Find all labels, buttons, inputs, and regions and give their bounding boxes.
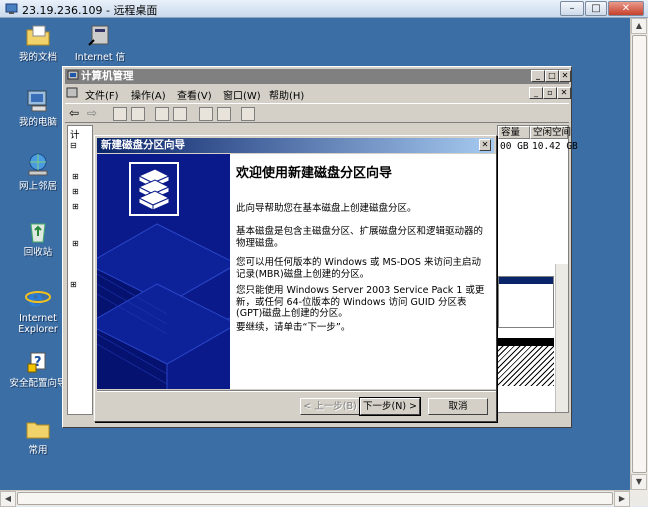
rdp-maximize-button[interactable]: □	[585, 1, 607, 16]
scroll-right-arrow-icon[interactable]: ▶	[614, 491, 630, 507]
tree-expander-icon[interactable]: ⊞	[70, 280, 77, 289]
horizontal-scroll-thumb[interactable]	[17, 492, 613, 505]
desktop-icon-internet-services[interactable]: Internet 信 息服务(...	[66, 23, 134, 63]
menu-file[interactable]: 文件(F)	[85, 87, 119, 102]
properties-icon[interactable]	[155, 107, 169, 121]
rdp-titlebar[interactable]: 23.19.236.109 - 远程桌面 – □ ✕	[0, 0, 648, 18]
back-arrow-icon[interactable]: ⇦	[69, 106, 79, 120]
mdi-restore-button[interactable]: ▫	[543, 87, 557, 99]
tree-root-label: 计	[70, 130, 80, 141]
network-icon	[25, 152, 51, 178]
cm-details-pane: 容量 空闲空间 00 GB 10.42 GB	[497, 125, 578, 413]
mdi-close-button[interactable]: ✕	[557, 87, 571, 99]
settings-icon[interactable]	[241, 107, 255, 121]
iis-manager-icon	[87, 23, 113, 49]
desktop-icon-label: 回收站	[23, 247, 53, 258]
wizard-paragraph-continue: 要继续，请单击“下一步”。	[236, 322, 351, 333]
cm-titlebar[interactable]: 计算机管理 _ □ ✕	[65, 69, 571, 84]
wizard-paragraph-mbr: 您可以用任何版本的 Windows 或 MS-DOS 来访问主启动记录(MBR)…	[236, 257, 481, 280]
scroll-corner	[630, 490, 648, 506]
computer-management-icon	[67, 70, 79, 82]
column-header-free-space[interactable]: 空闲空间	[530, 126, 571, 139]
wizard-paragraph-basic-disk: 基本磁盘是包含主磁盘分区、扩展磁盘分区和逻辑驱动器的物理磁盘。	[236, 226, 484, 249]
security-wizard-icon: ?	[25, 349, 51, 375]
desktop-icon-my-documents[interactable]: 我的文档	[4, 23, 72, 63]
tree-expander-icon[interactable]: ⊟	[70, 141, 77, 150]
scroll-down-arrow-icon[interactable]: ▼	[631, 474, 647, 490]
rdp-minimize-button[interactable]: –	[560, 1, 584, 16]
rdp-horizontal-scrollbar[interactable]: ◀ ▶	[0, 490, 630, 507]
wizard-banner	[97, 154, 230, 389]
cell-capacity: 00 GB	[500, 141, 529, 152]
disk-stack-illustration	[97, 154, 230, 389]
mdi-minimize-button[interactable]: _	[529, 87, 543, 99]
folder-icon	[25, 416, 51, 442]
menu-action[interactable]: 操作(A)	[131, 87, 166, 102]
export-icon[interactable]	[217, 107, 231, 121]
scroll-up-arrow-icon[interactable]: ▲	[631, 18, 647, 34]
desktop-icon-label: 网上邻居	[18, 181, 57, 192]
menu-help[interactable]: 帮助(H)	[269, 87, 304, 102]
disk-graphic-panel	[498, 276, 554, 328]
show-tree-icon[interactable]	[131, 107, 145, 121]
vertical-scroll-thumb[interactable]	[632, 35, 647, 473]
desktop-icon-label: 我的电脑	[18, 117, 57, 128]
cm-toolbar: ⇦ ⇨	[65, 103, 569, 123]
cm-tree-pane[interactable]: 计 ⊟ ⊞ ⊞ ⊞ ⊞ ⊞	[67, 125, 93, 415]
rdp-close-button[interactable]: ✕	[608, 1, 644, 16]
tree-expander-icon[interactable]: ⊞	[72, 239, 79, 248]
help-icon[interactable]	[173, 107, 187, 121]
folder-documents-icon	[25, 23, 51, 49]
wizard-paragraph-gpt: 您只能使用 Windows Server 2003 Service Pack 1…	[236, 285, 485, 319]
desktop-icon-label: 安全配置向导	[9, 378, 67, 389]
desktop-icon-label: 我的文档	[18, 52, 57, 63]
wizard-titlebar[interactable]: 新建磁盘分区向导 ✕	[97, 138, 494, 153]
up-folder-icon[interactable]	[113, 107, 127, 121]
remote-desktop-icon	[5, 2, 18, 15]
cm-menubar: 文件(F) 操作(A) 查看(V) 窗口(W) 帮助(H) _ ▫ ✕	[65, 85, 571, 102]
wizard-back-button[interactable]: < 上一步(B)	[300, 398, 360, 415]
svg-text:e: e	[28, 284, 43, 310]
mmc-menu-icon[interactable]	[66, 87, 78, 99]
details-vscroll[interactable]	[555, 264, 568, 412]
desktop-icon-label: 常用	[28, 445, 48, 456]
cm-minimize-button[interactable]: _	[531, 70, 545, 82]
cm-close-button[interactable]: ✕	[559, 70, 571, 82]
rdp-vertical-scrollbar[interactable]: ▲ ▼	[630, 18, 648, 490]
column-header-capacity[interactable]: 容量	[498, 126, 530, 139]
cell-free-space: 10.42 GB	[532, 141, 578, 152]
rdp-window-title: 23.19.236.109 - 远程桌面	[22, 4, 158, 17]
desktop-icon-label: Internet 信 息服务(...	[74, 52, 126, 63]
internet-explorer-icon: e	[25, 283, 51, 312]
cm-window-title: 计算机管理	[81, 70, 134, 82]
menu-window[interactable]: 窗口(W)	[223, 87, 261, 102]
recycle-bin-icon	[25, 218, 51, 244]
tree-expander-icon[interactable]: ⊞	[72, 172, 79, 181]
remote-desktop-area: 我的文档 Internet 信 息服务(... 我的电脑 网上邻居 回收站 e …	[0, 18, 630, 490]
wizard-separator	[97, 390, 496, 392]
unallocated-region[interactable]	[498, 338, 554, 386]
wizard-content: 欢迎使用新建磁盘分区向导 此向导帮助您在基本磁盘上创建磁盘分区。 基本磁盘是包含…	[230, 154, 496, 389]
new-partition-wizard-dialog[interactable]: 新建磁盘分区向导 ✕ 欢迎使用新建磁盘分区向导 此向导帮助您在基本磁盘上创建磁盘…	[94, 135, 497, 422]
wizard-close-button[interactable]: ✕	[479, 139, 491, 151]
refresh-icon[interactable]	[199, 107, 213, 121]
computer-icon	[25, 88, 51, 114]
cm-maximize-button[interactable]: □	[545, 70, 559, 82]
scroll-left-arrow-icon[interactable]: ◀	[0, 491, 16, 507]
tree-expander-icon[interactable]: ⊞	[72, 187, 79, 196]
tree-expander-icon[interactable]: ⊞	[72, 202, 79, 211]
wizard-next-button[interactable]: 下一步(N) >	[359, 397, 421, 416]
forward-arrow-icon[interactable]: ⇨	[87, 106, 97, 120]
wizard-title: 新建磁盘分区向导	[101, 139, 185, 151]
wizard-paragraph-intro: 此向导帮助您在基本磁盘上创建磁盘分区。	[236, 203, 417, 214]
wizard-cancel-button[interactable]: 取消	[428, 398, 488, 415]
menu-view[interactable]: 查看(V)	[177, 87, 212, 102]
wizard-heading: 欢迎使用新建磁盘分区向导	[236, 166, 393, 181]
